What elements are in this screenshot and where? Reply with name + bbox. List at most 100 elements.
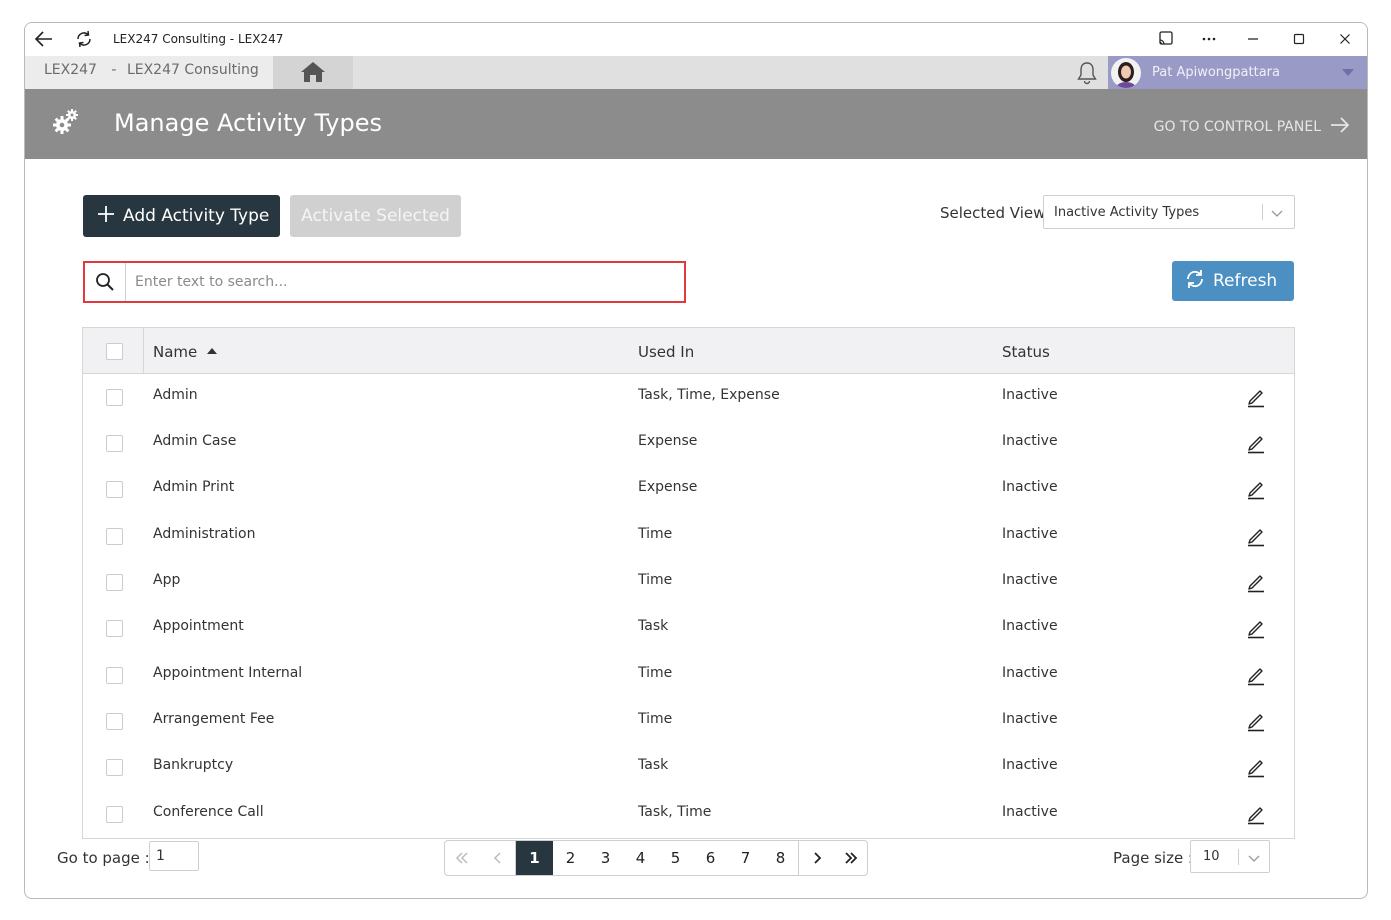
- row-checkbox[interactable]: [106, 528, 123, 545]
- dropdown-divider: [1262, 204, 1263, 220]
- edit-icon[interactable]: [1245, 617, 1267, 643]
- page-size-value: 10: [1203, 849, 1220, 864]
- refresh-label: Refresh: [1213, 271, 1278, 291]
- edit-icon[interactable]: [1245, 756, 1267, 782]
- cell-used-in: Task: [638, 757, 669, 773]
- search-box: [83, 261, 686, 303]
- maximize-icon[interactable]: [1287, 29, 1311, 49]
- plus-icon: [97, 205, 115, 228]
- row-checkbox[interactable]: [106, 435, 123, 452]
- add-activity-type-button[interactable]: Add Activity Type: [83, 195, 280, 237]
- gear-icon: [51, 107, 81, 141]
- column-header-status[interactable]: Status: [1002, 343, 1050, 361]
- refresh-button[interactable]: Refresh: [1172, 261, 1294, 301]
- tenant-separator: -: [111, 62, 117, 78]
- title-bar: LEX247 Consulting - LEX247: [25, 23, 1367, 56]
- cell-status: Inactive: [1002, 804, 1058, 820]
- control-panel-link[interactable]: GO TO CONTROL PANEL: [1154, 115, 1351, 139]
- tenant-name: LEX247 Consulting: [126, 62, 259, 78]
- row-checkbox[interactable]: [106, 620, 123, 637]
- page-button-6[interactable]: 6: [693, 841, 728, 875]
- page-button-1[interactable]: 1: [516, 841, 553, 875]
- page-button-8[interactable]: 8: [763, 841, 798, 875]
- edit-icon[interactable]: [1245, 710, 1267, 736]
- control-panel-label: GO TO CONTROL PANEL: [1153, 119, 1321, 135]
- reload-icon[interactable]: [73, 29, 95, 49]
- row-checkbox[interactable]: [106, 806, 123, 823]
- table-row[interactable]: Administration Time Inactive: [83, 513, 1294, 559]
- sort-ascending-icon: [207, 348, 218, 354]
- next-page-icon[interactable]: [799, 841, 834, 875]
- select-all-checkbox[interactable]: [106, 343, 123, 360]
- user-name: Pat Apiwongpattara: [1152, 65, 1280, 80]
- row-checkbox[interactable]: [106, 759, 123, 776]
- table-row[interactable]: Appointment Task Inactive: [83, 605, 1294, 651]
- minimize-icon[interactable]: [1241, 29, 1265, 49]
- page-button-5[interactable]: 5: [658, 841, 693, 875]
- back-arrow-icon[interactable]: [33, 29, 55, 49]
- more-icon[interactable]: [1197, 29, 1221, 49]
- cell-name: Appointment Internal: [153, 665, 303, 681]
- row-checkbox[interactable]: [106, 389, 123, 406]
- goto-page-input[interactable]: [149, 841, 199, 871]
- tenant-tab[interactable]: LEX247 - LEX247 Consulting: [25, 56, 273, 89]
- prev-page-icon[interactable]: [481, 841, 515, 875]
- cell-name: Bankruptcy: [153, 757, 234, 773]
- page-size-dropdown[interactable]: 10: [1190, 840, 1270, 873]
- edit-icon[interactable]: [1245, 525, 1267, 551]
- search-input[interactable]: [126, 263, 682, 301]
- cell-name: Arrangement Fee: [153, 711, 275, 727]
- row-checkbox[interactable]: [106, 574, 123, 591]
- table-row[interactable]: Admin Task, Time, Expense Inactive: [83, 374, 1294, 420]
- chevron-down-icon[interactable]: [1342, 69, 1354, 76]
- cell-used-in: Time: [638, 711, 673, 727]
- column-header-used-in[interactable]: Used In: [638, 343, 694, 361]
- page-button-7[interactable]: 7: [728, 841, 763, 875]
- cell-name: Admin Print: [153, 479, 235, 495]
- first-page-icon[interactable]: [445, 841, 479, 875]
- cell-name: App: [153, 572, 181, 588]
- table-row[interactable]: Bankruptcy Task Inactive: [83, 744, 1294, 790]
- cell-name: Admin Case: [153, 433, 237, 449]
- edit-icon[interactable]: [1245, 386, 1267, 412]
- app-bar: LEX247 - LEX247 Consulting Pat Apiwongpa…: [25, 56, 1367, 89]
- selected-view-value: Inactive Activity Types: [1054, 205, 1200, 220]
- add-activity-type-label: Add Activity Type: [123, 206, 270, 226]
- page-button-4[interactable]: 4: [623, 841, 658, 875]
- window-title: LEX247 Consulting - LEX247: [113, 32, 284, 46]
- cell-used-in: Expense: [638, 433, 698, 449]
- home-tab[interactable]: [273, 56, 353, 89]
- row-checkbox[interactable]: [106, 667, 123, 684]
- column-header-name[interactable]: Name: [153, 343, 218, 361]
- cell-status: Inactive: [1002, 757, 1058, 773]
- page-title: Manage Activity Types: [114, 109, 382, 137]
- selected-view-dropdown[interactable]: Inactive Activity Types: [1043, 195, 1295, 229]
- page-button-2[interactable]: 2: [553, 841, 588, 875]
- table-row[interactable]: Conference Call Task, Time Inactive: [83, 791, 1294, 837]
- row-checkbox[interactable]: [106, 713, 123, 730]
- chevron-down-icon[interactable]: [1247, 850, 1261, 869]
- table-row[interactable]: Admin Case Expense Inactive: [83, 420, 1294, 466]
- bell-icon[interactable]: [1074, 60, 1100, 90]
- edit-icon[interactable]: [1245, 571, 1267, 597]
- edit-icon[interactable]: [1245, 432, 1267, 458]
- table-row[interactable]: Appointment Internal Time Inactive: [83, 652, 1294, 698]
- cast-icon[interactable]: [1154, 29, 1178, 49]
- table-row[interactable]: Arrangement Fee Time Inactive: [83, 698, 1294, 744]
- edit-icon[interactable]: [1245, 478, 1267, 504]
- page-button-3[interactable]: 3: [588, 841, 623, 875]
- table-row[interactable]: App Time Inactive: [83, 559, 1294, 605]
- chevron-down-icon[interactable]: [1270, 205, 1284, 224]
- home-icon[interactable]: [299, 60, 327, 88]
- table-row[interactable]: Admin Print Expense Inactive: [83, 466, 1294, 512]
- user-menu[interactable]: Pat Apiwongpattara: [1108, 56, 1367, 89]
- cell-status: Inactive: [1002, 665, 1058, 681]
- edit-icon[interactable]: [1245, 664, 1267, 690]
- last-page-icon[interactable]: [834, 841, 867, 875]
- edit-icon[interactable]: [1245, 803, 1267, 829]
- avatar[interactable]: [1111, 58, 1141, 88]
- close-icon[interactable]: [1333, 29, 1357, 49]
- row-checkbox[interactable]: [106, 481, 123, 498]
- activate-selected-button[interactable]: Activate Selected: [290, 195, 461, 237]
- page-size-label: Page size :: [1113, 849, 1193, 867]
